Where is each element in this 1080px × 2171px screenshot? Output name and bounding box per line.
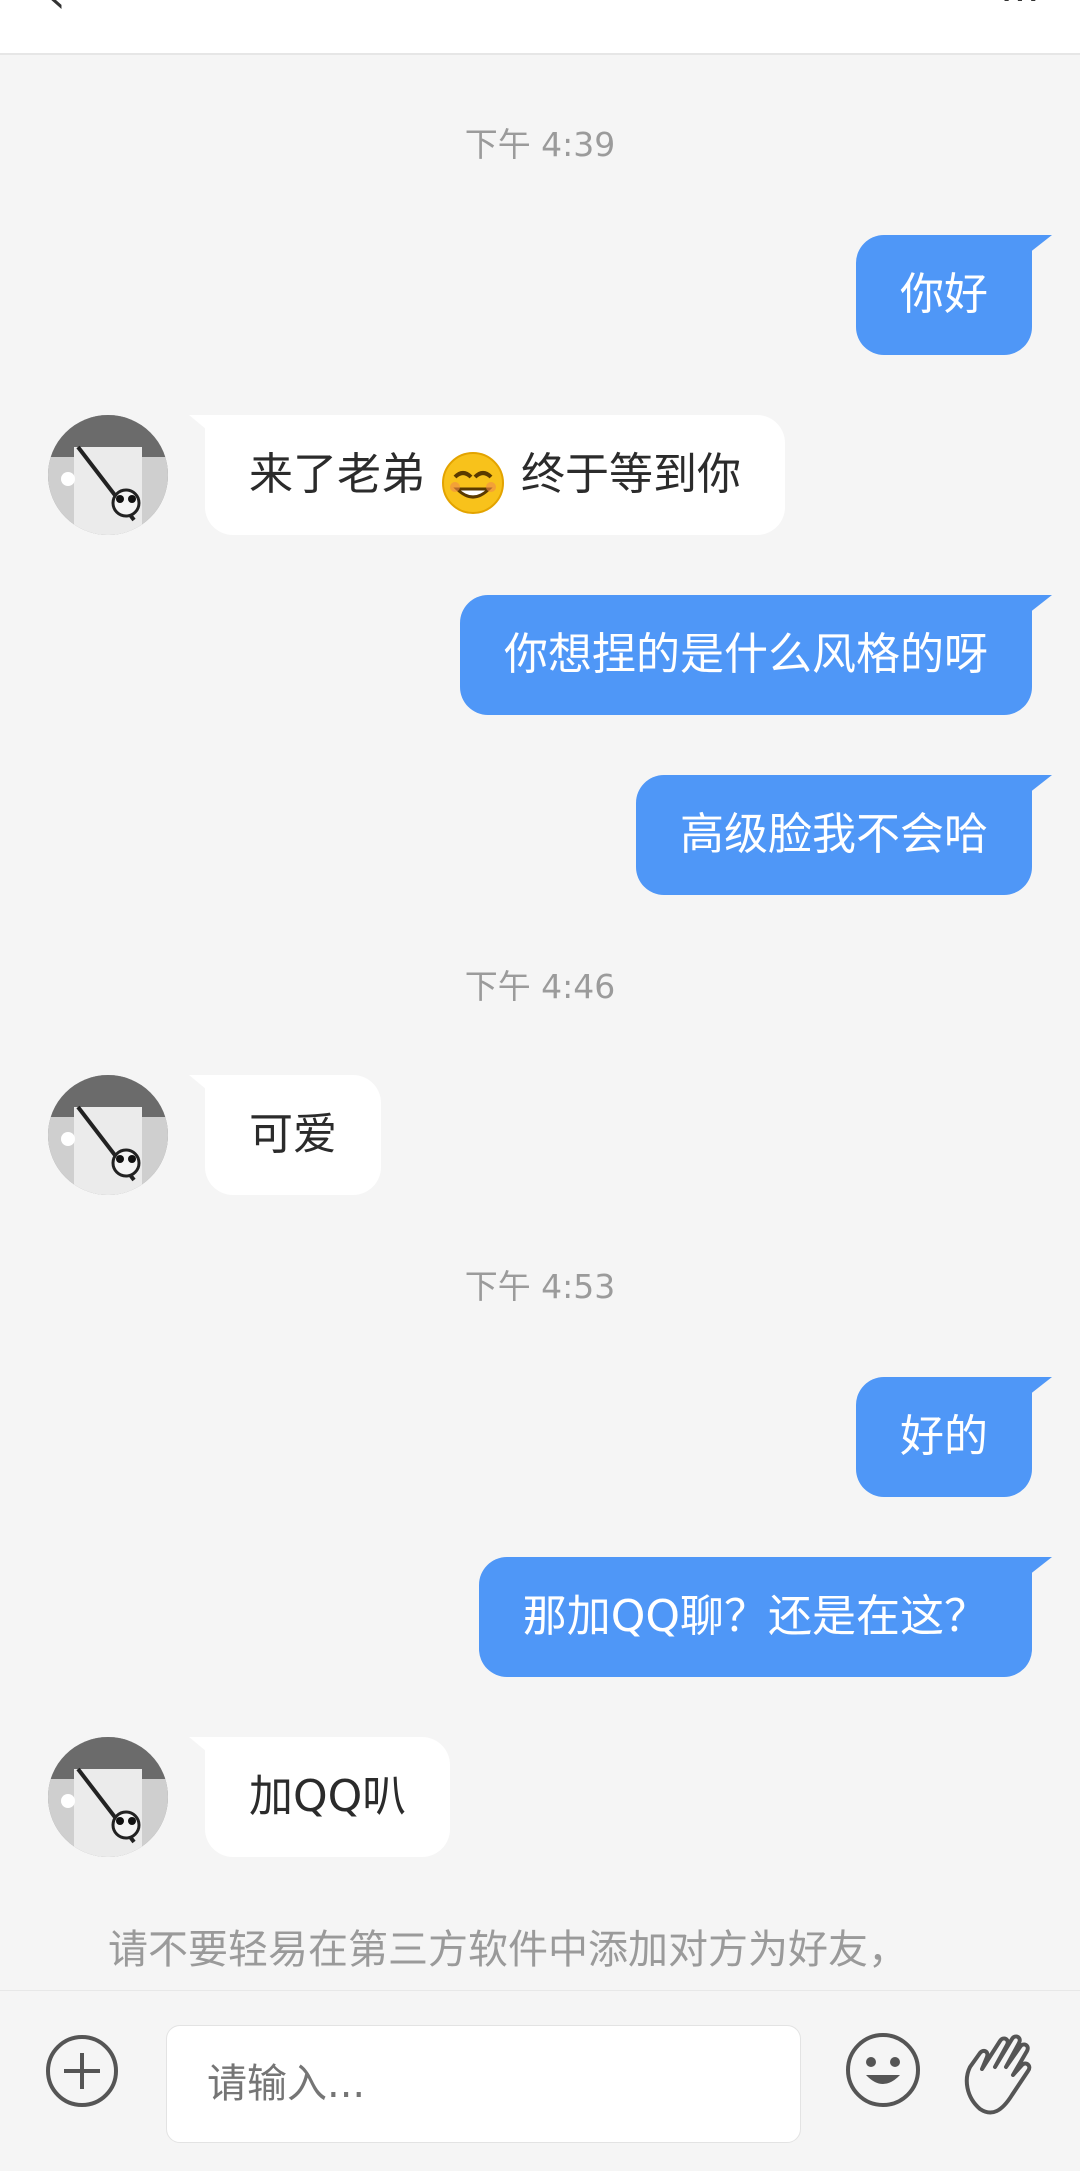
more-icon[interactable]: ⋯ — [980, 0, 1040, 18]
message-input[interactable] — [166, 2025, 801, 2143]
avatar[interactable] — [48, 1075, 168, 1195]
hand-wave-icon[interactable] — [958, 2023, 1048, 2119]
avatar-image — [48, 415, 168, 535]
outgoing-message[interactable]: 高级脸我不会哈 — [636, 775, 1052, 895]
timestamp: 下午 4:39 — [464, 125, 616, 164]
outgoing-message[interactable]: 你想捏的是什么风格的呀 — [460, 595, 1052, 715]
back-icon[interactable]: ‹ — [48, 0, 88, 20]
timestamp: 下午 4:46 — [464, 967, 616, 1006]
incoming-message[interactable]: 可爱 — [189, 1075, 381, 1195]
top-bar: ‹ ⋯ — [0, 0, 1080, 55]
avatar[interactable] — [48, 415, 168, 535]
plus-icon[interactable] — [44, 2033, 120, 2109]
incoming-message[interactable]: 加QQ叭 — [188, 1737, 451, 1857]
message-text: 来了老弟 — [249, 449, 425, 500]
avatar-image — [48, 1737, 168, 1857]
grinning-face-icon — [441, 441, 505, 514]
timestamp: 下午 4:53 — [464, 1267, 616, 1306]
chat-title — [380, 0, 700, 24]
incoming-message[interactable]: 来了老弟 终于等到你 — [189, 415, 785, 535]
message-list[interactable]: 下午 4:39 你好 来了老弟 终于等到你 你想捏的是什么风格的呀 高级脸我不会… — [0, 55, 1080, 1990]
outgoing-message[interactable]: 好的 — [856, 1377, 1052, 1497]
message-text: 终于等到你 — [521, 449, 741, 500]
smiley-icon[interactable] — [844, 2031, 922, 2109]
safety-notice: 请不要轻易在第三方软件中添加对方为好友， — [108, 1920, 1008, 1990]
outgoing-message[interactable]: 那加QQ聊？还是在这？ — [478, 1557, 1053, 1677]
notice-line: 请不要轻易在第三方软件中添加对方为好友， — [108, 1927, 908, 1973]
outgoing-message[interactable]: 你好 — [856, 235, 1052, 355]
input-bar — [0, 1990, 1080, 2171]
avatar-image — [48, 1075, 168, 1195]
avatar[interactable] — [48, 1737, 168, 1857]
